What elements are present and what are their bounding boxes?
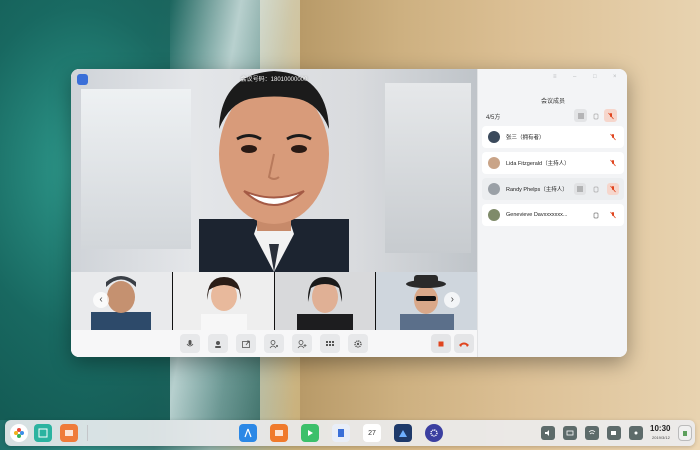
avatar (488, 209, 500, 221)
document-viewer-icon[interactable] (332, 424, 350, 442)
minimize-icon[interactable]: – (573, 74, 579, 80)
participant-thumbnail[interactable]: ‹ (71, 272, 172, 330)
battery-icon[interactable] (607, 426, 621, 440)
video-area: 会议号码：18010000000 ‹ › (71, 69, 477, 357)
clock-date: 2019/3/12 (652, 435, 670, 440)
menu-icon[interactable]: ≡ (553, 74, 559, 80)
notification-icon[interactable] (629, 426, 643, 440)
avatar (488, 131, 500, 143)
share-screen-icon[interactable] (236, 334, 256, 353)
avatar (488, 183, 500, 195)
member-list: 张三（拥有者） Lida Fitzgerald（主持人） Randy Phelp… (482, 126, 624, 230)
member-name: Randy Phelps（主持人） (506, 187, 568, 193)
background-window (385, 83, 471, 253)
taskbar: 27 10:30 2019/3/12 (5, 420, 695, 446)
taskbar-separator (87, 425, 88, 441)
mute-all-icon[interactable] (604, 109, 617, 122)
list-icon[interactable] (574, 183, 586, 195)
maximize-icon[interactable]: □ (593, 74, 599, 80)
mic-muted-icon[interactable] (607, 183, 619, 195)
member-row[interactable]: Randy Phelps（主持人） (482, 178, 624, 200)
hand-icon[interactable] (590, 183, 602, 195)
file-manager-icon[interactable] (60, 424, 78, 442)
window-controls: ≡ – □ × (553, 74, 619, 80)
window-title: 会议号码：18010000000 (240, 77, 308, 83)
list-icon[interactable] (574, 109, 587, 122)
camera-user-icon[interactable] (208, 334, 228, 353)
background-window (81, 89, 191, 249)
user-add-icon[interactable] (292, 334, 312, 353)
member-row[interactable]: Lida Fitzgerald（主持人） (482, 152, 624, 174)
mic-muted-icon[interactable] (607, 157, 619, 169)
media-player-icon[interactable] (301, 424, 319, 442)
music-icon[interactable] (270, 424, 288, 442)
volume-icon[interactable] (541, 426, 555, 440)
member-name: Lida Fitzgerald（主持人） (506, 161, 570, 167)
settings-icon[interactable] (425, 424, 443, 442)
mountain-app-icon[interactable] (394, 424, 412, 442)
close-icon[interactable]: × (613, 74, 619, 80)
chevron-left-icon[interactable]: ‹ (93, 292, 109, 308)
participant-thumbnail[interactable] (172, 272, 274, 330)
wifi-icon[interactable] (585, 426, 599, 440)
member-name: Genevieve Davxxxxxxx... (506, 212, 568, 218)
participant-thumbnail[interactable]: › (376, 272, 477, 330)
participant-thumbnails: ‹ › (71, 272, 477, 330)
network-icon[interactable] (563, 426, 577, 440)
mic-muted-icon[interactable] (607, 131, 619, 143)
app-store-icon[interactable] (239, 424, 257, 442)
member-row[interactable]: Genevieve Davxxxxxxx... (482, 204, 624, 226)
settings-gear-icon[interactable] (348, 334, 368, 353)
clock-time[interactable]: 10:30 (650, 424, 670, 433)
mic-icon[interactable] (180, 334, 200, 353)
meeting-window: 会议号码：18010000000 ‹ › ≡ – □ × 会议成员 4/5方 张… (71, 69, 627, 357)
multitask-view-icon[interactable] (34, 424, 52, 442)
launcher-icon[interactable] (10, 424, 28, 442)
participant-thumbnail[interactable] (274, 272, 376, 330)
user-settings-icon[interactable] (264, 334, 284, 353)
hang-up-icon[interactable] (454, 334, 474, 353)
record-stop-icon[interactable] (431, 334, 451, 353)
trash-icon[interactable] (678, 425, 692, 441)
member-row[interactable]: 张三（拥有者） (482, 126, 624, 148)
grid-layout-icon[interactable] (320, 334, 340, 353)
panel-title: 会议成员 (540, 99, 565, 105)
hand-icon[interactable] (590, 209, 602, 221)
avatar (488, 157, 500, 169)
speaker-portrait (199, 69, 349, 272)
hand-icon[interactable] (589, 109, 602, 122)
calendar-icon[interactable]: 27 (363, 424, 381, 442)
main-video: 会议号码：18010000000 (71, 69, 477, 272)
member-name: 张三（拥有者） (506, 135, 545, 141)
participant-count: 4/5方 (486, 115, 501, 121)
meeting-toolbar (71, 330, 477, 357)
mic-muted-icon[interactable] (607, 209, 619, 221)
members-panel: ≡ – □ × 会议成员 4/5方 张三（拥有者） Lida Fitzgeral… (477, 69, 627, 357)
